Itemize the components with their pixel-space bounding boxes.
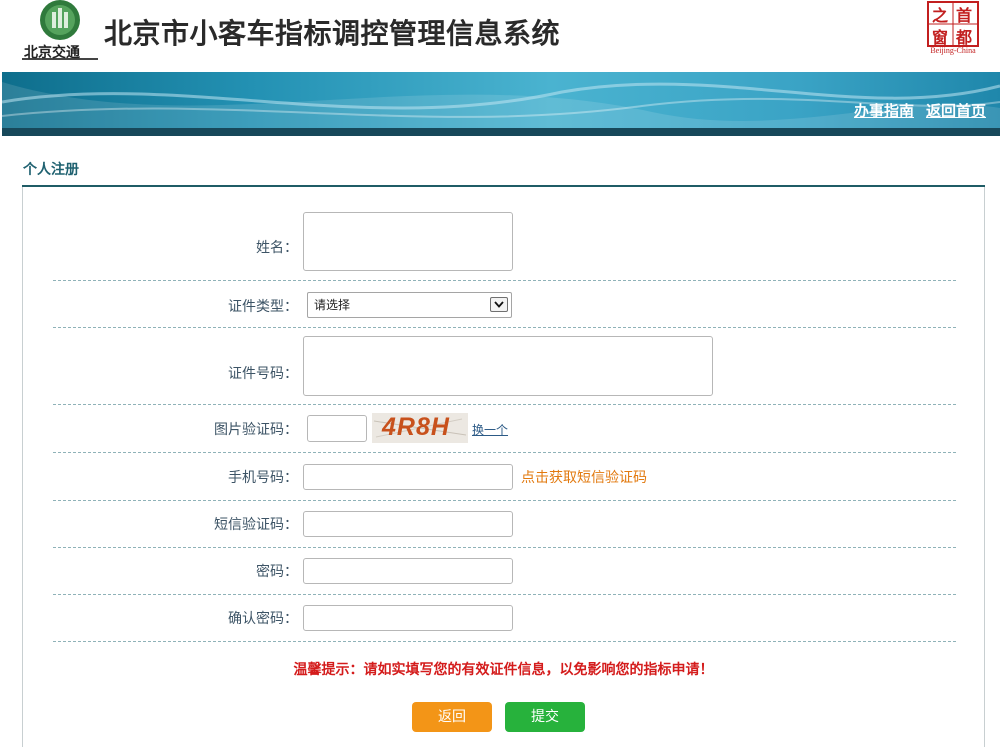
form-row-name: 姓名： — [53, 187, 956, 281]
section-title: 个人注册 — [23, 162, 79, 178]
id-type-selected-value: 请选择 — [314, 298, 351, 312]
get-sms-code-link[interactable]: 点击获取短信验证码 — [521, 467, 647, 487]
seal-char: 都 — [956, 28, 973, 47]
form-row-sms-code: 短信验证码： — [53, 500, 956, 548]
id-number-input[interactable] — [303, 336, 713, 396]
banner-bottom-bar — [2, 128, 1000, 136]
site-header: 北京交通 北京市小客车指标调控管理信息系统 之 首 窗 都 Beijing-Ch… — [0, 0, 1002, 72]
logo-text: 北京交通 — [24, 45, 80, 61]
captcha-input[interactable] — [307, 415, 367, 442]
password-input[interactable] — [303, 558, 513, 584]
beijing-transport-logo: 北京交通 — [22, 0, 98, 64]
id-type-select[interactable]: 请选择 — [307, 292, 512, 318]
phone-input[interactable] — [303, 464, 513, 490]
form-row-password: 密码： — [53, 547, 956, 595]
sms-code-label: 短信验证码： — [214, 517, 298, 533]
confirm-password-label: 确认密码： — [228, 611, 298, 627]
form-row-id-type: 证件类型： 请选择 — [53, 280, 956, 328]
site-title: 北京市小客车指标调控管理信息系统 — [104, 17, 561, 50]
password-label: 密码： — [256, 564, 298, 580]
confirm-password-input[interactable] — [303, 605, 513, 631]
phone-label: 手机号码： — [228, 470, 298, 486]
chevron-down-icon[interactable] — [490, 297, 508, 312]
captcha-text: 4R8H — [382, 413, 450, 441]
id-number-label: 证件号码： — [228, 366, 298, 382]
nav-home-link[interactable]: 返回首页 — [926, 100, 986, 121]
registration-form: 姓名： 证件类型： 请选择 证件号码： 图片验证码： 4R8H 换一个 手机号码… — [22, 187, 985, 747]
seal-char: 窗 — [932, 28, 949, 47]
nav-guide-link[interactable]: 办事指南 — [854, 100, 914, 121]
seal-caption: Beijing-China — [930, 46, 976, 55]
warm-tip: 温馨提示：请如实填写您的有效证件信息，以免影响您的指标申请！ — [293, 662, 714, 678]
back-button[interactable]: 返回 — [412, 702, 492, 732]
form-row-phone: 手机号码： 点击获取短信验证码 — [53, 452, 956, 501]
form-row-confirm-password: 确认密码： — [53, 594, 956, 642]
captcha-image: 4R8H — [372, 413, 468, 443]
submit-button[interactable]: 提交 — [505, 702, 585, 732]
banner-swirl-graphic — [2, 82, 1000, 136]
form-row-captcha: 图片验证码： 4R8H 换一个 — [53, 404, 956, 453]
name-label: 姓名： — [256, 240, 298, 256]
header-banner: 办事指南 返回首页 — [2, 72, 1000, 136]
name-input[interactable] — [303, 212, 513, 271]
captcha-refresh-link[interactable]: 换一个 — [472, 421, 508, 438]
id-type-label: 证件类型： — [228, 299, 298, 315]
seal-char: 之 — [932, 6, 949, 25]
form-row-id-number: 证件号码： — [53, 327, 956, 405]
captcha-label: 图片验证码： — [214, 422, 298, 438]
seal-char: 首 — [956, 6, 973, 25]
sms-code-input[interactable] — [303, 511, 513, 537]
top-nav: 办事指南 返回首页 — [854, 100, 986, 121]
